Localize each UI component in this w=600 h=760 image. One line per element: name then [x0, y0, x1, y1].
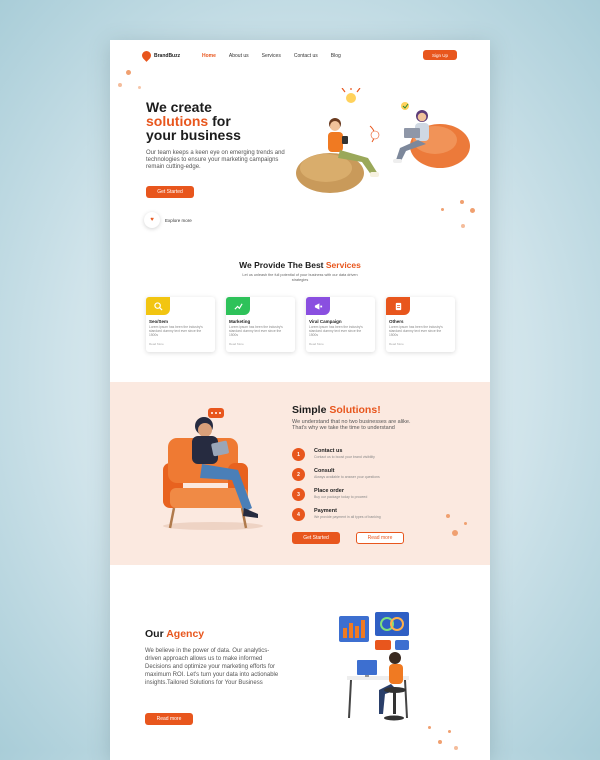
- agency-illustration: [339, 612, 409, 721]
- service-card-viral[interactable]: Viral Campaign Lorem ipsum has been the …: [306, 297, 375, 352]
- service-card-others[interactable]: Others Lorem ipsum has been the industry…: [386, 297, 455, 352]
- logo-heart-icon: [140, 49, 153, 62]
- nav-links: Home About us Services Contact us Blog: [202, 53, 341, 59]
- step-number: 4: [292, 508, 305, 521]
- solutions-illustration: [163, 408, 263, 530]
- services-subtitle: Let us unleash the full potential of you…: [242, 273, 358, 282]
- step-title: Contact us: [314, 448, 343, 454]
- agency-title: Our Agency: [145, 628, 204, 640]
- nav-link-contact[interactable]: Contact us: [294, 53, 318, 59]
- step-payment: 4 Payment We provide payment in all type…: [292, 508, 381, 521]
- solutions-read-more-button[interactable]: Read more: [356, 532, 404, 544]
- explore-more[interactable]: ♥ Explore more: [144, 212, 192, 228]
- card-read-more[interactable]: Read More: [229, 342, 244, 346]
- hero-title-line3: your business: [146, 127, 241, 143]
- document-icon: [386, 297, 410, 315]
- services-title-text: We Provide The Best: [239, 260, 324, 270]
- decor-dot: [461, 224, 465, 228]
- explore-text: Explore more: [165, 217, 192, 223]
- solutions-title-text: Simple: [292, 404, 327, 416]
- agency-title-accent: Agency: [166, 628, 205, 640]
- signup-button[interactable]: Sign Up: [423, 50, 457, 60]
- solutions-description: We understand that no two businesses are…: [292, 419, 411, 431]
- decor-dot: [448, 730, 451, 733]
- nav-link-services[interactable]: Services: [262, 53, 281, 59]
- decor-dot: [452, 530, 458, 536]
- landing-page: BrandBuzz Home About us Services Contact…: [110, 40, 490, 760]
- decor-dot: [428, 726, 431, 729]
- step-text: Always available to answer your question…: [314, 475, 380, 479]
- card-text: Lorem ipsum has been the industry's stan…: [149, 325, 203, 337]
- brand-logo[interactable]: BrandBuzz: [140, 49, 181, 62]
- card-read-more[interactable]: Read More: [309, 342, 324, 346]
- step-title: Place order: [314, 488, 344, 494]
- hero-illustration: [296, 88, 470, 193]
- service-card-seo[interactable]: Seo/Sem Lorem ipsum has been the industr…: [146, 297, 215, 352]
- card-text: Lorem ipsum has been the industry's stan…: [229, 325, 283, 337]
- decor-dot: [470, 208, 475, 213]
- agency-read-more-button[interactable]: Read more: [145, 713, 193, 725]
- search-icon: [146, 297, 170, 315]
- solutions-get-started-button[interactable]: Get Started: [292, 532, 340, 544]
- step-number: 2: [292, 468, 305, 481]
- step-text: We provide payment in all types of banki…: [314, 515, 381, 519]
- card-text: Lorem ipsum has been the industry's stan…: [389, 325, 443, 337]
- step-text: Buy our package today to proceed: [314, 495, 368, 499]
- card-title: Others: [389, 319, 404, 324]
- service-card-marketing[interactable]: Marketing Lorem ipsum has been the indus…: [226, 297, 295, 352]
- nav-link-home[interactable]: Home: [202, 53, 216, 59]
- decor-dot: [464, 522, 467, 525]
- decor-dot: [460, 200, 464, 204]
- decor-dot: [446, 514, 450, 518]
- step-contact: 1 Contact us Contact us to boost your br…: [292, 448, 375, 461]
- agency-title-text: Our: [145, 628, 164, 640]
- hero-get-started-button[interactable]: Get Started: [146, 186, 194, 198]
- hero-description: Our team keeps a keen eye on emerging tr…: [146, 150, 285, 170]
- step-title: Consult: [314, 468, 335, 474]
- solutions-title: Simple Solutions!: [292, 404, 381, 416]
- decor-dot: [118, 83, 122, 87]
- services-title-accent: Services: [325, 260, 361, 270]
- explore-circle: ♥: [144, 212, 160, 228]
- logo-text: BrandBuzz: [154, 52, 181, 59]
- top-nav: BrandBuzz Home About us Services Contact…: [110, 49, 490, 64]
- nav-link-about[interactable]: About us: [229, 53, 249, 59]
- card-title: Marketing: [229, 319, 251, 324]
- agency-description: We believe in the power of data. Our ana…: [145, 648, 279, 686]
- step-consult: 2 Consult Always available to answer you…: [292, 468, 380, 481]
- hero-title: We create solutions for your business: [146, 100, 286, 142]
- decor-dot: [454, 746, 458, 750]
- heart-icon: ♥: [150, 217, 154, 223]
- step-number: 3: [292, 488, 305, 501]
- chart-icon: [226, 297, 250, 315]
- nav-link-blog[interactable]: Blog: [331, 53, 341, 59]
- card-text: Lorem ipsum has been the industry's stan…: [309, 325, 363, 337]
- step-place-order: 3 Place order Buy our package today to p…: [292, 488, 367, 501]
- step-title: Payment: [314, 508, 337, 514]
- card-read-more[interactable]: Read More: [389, 342, 404, 346]
- solutions-title-accent: Solutions!: [329, 404, 381, 416]
- services-title: We Provide The Best Services: [110, 260, 490, 270]
- decor-dot: [138, 86, 141, 89]
- card-title: Seo/Sem: [149, 319, 169, 324]
- megaphone-icon: [306, 297, 330, 315]
- step-text: Contact us to boost your brand visibilit…: [314, 455, 375, 459]
- solutions-section: Simple Solutions! We understand that no …: [110, 382, 490, 565]
- decor-dot: [441, 208, 444, 211]
- card-read-more[interactable]: Read More: [149, 342, 164, 346]
- decor-dot: [438, 740, 442, 744]
- decor-dot: [126, 70, 131, 75]
- card-title: Viral Campaign: [309, 319, 342, 324]
- step-number: 1: [292, 448, 305, 461]
- service-cards: Seo/Sem Lorem ipsum has been the industr…: [146, 297, 455, 352]
